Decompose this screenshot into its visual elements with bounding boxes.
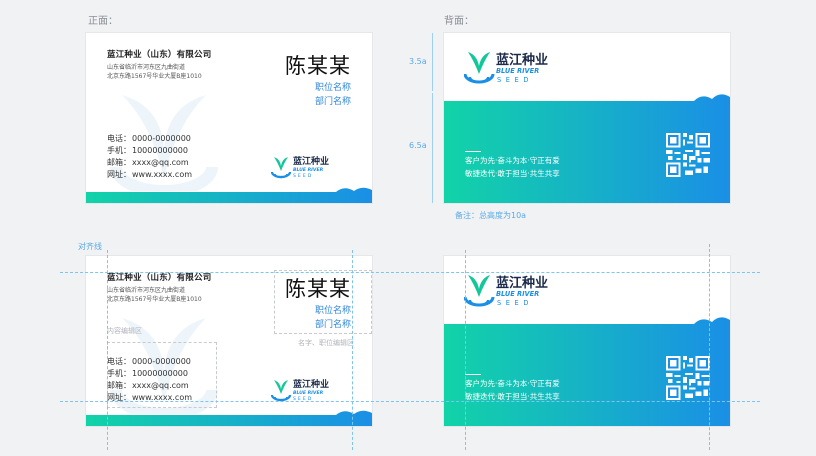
address-line-2: 北京东路1567号华业大厦B座1010 [107,73,202,80]
contact-list: 电话：0000-0000000 手机：10000000000 邮箱：xxxx@q… [107,133,192,181]
align-guide-h1 [60,272,760,273]
slogan-line-1: 客户为先·奋斗为本·守正有爱 [465,156,560,165]
brand-logo-large-icon: 蓝江种业 BLUE RIVER SEED [464,52,548,84]
brand-logo-large-icon: 蓝江种业 BLUE RIVER SEED [464,275,548,307]
position-title: 职位名称 [314,306,351,316]
department-name: 部门名称 [314,97,351,107]
dim-label-3-5a: 3.5a [409,57,427,66]
person-name: 陈某某 [285,54,351,78]
front-card: 蓝江种业（山东）有限公司 山东省临沂市河东区九曲街道 北京东路1567号华业大厦… [86,33,372,203]
contact-website: 网址：www.xxxx.com [107,170,193,179]
slogan-line-1: 客户为先·奋斗为本·守正有爱 [465,379,560,388]
canvas: 正面： 背面： 蓝江种业（山东）有限公司 山东省临沂市河东区九曲街道 北京东路1… [0,0,816,456]
back-label: 背面： [444,16,474,27]
svg-text:SEED: SEED [497,299,533,307]
height-note: 备注：总高度为10a [455,211,527,220]
person-name: 陈某某 [285,277,351,301]
svg-text:BLUE RIVER: BLUE RIVER [496,290,539,298]
contact-mobile: 手机：10000000000 [107,369,188,378]
align-guide-v4 [709,244,710,450]
bottom-gradient-bar [86,410,372,426]
qr-code-icon [666,133,710,177]
svg-text:SEED: SEED [497,76,533,84]
company-name: 蓝江种业（山东）有限公司 [107,50,212,60]
svg-text:BLUE RIVER: BLUE RIVER [293,167,324,173]
svg-text:SEED: SEED [293,173,313,179]
department-name: 部门名称 [314,320,351,330]
contact-email: 邮箱：xxxx@qq.com [107,381,189,390]
brand-logo-icon: 蓝江种业 BLUE RIVER SEED [270,378,329,402]
front-label: 正面： [88,16,118,27]
address-line-2: 北京东路1567号华业大厦B座1010 [107,296,202,303]
brand-logo-icon: 蓝江种业 BLUE RIVER SEED [270,155,329,179]
name-zone-label: 名字、职位编辑区 [298,339,354,347]
svg-text:蓝江种业: 蓝江种业 [293,378,329,390]
slogan-divider [465,151,481,152]
contact-email: 邮箱：xxxx@qq.com [107,158,189,167]
address-line-1: 山东省临沂市河东区九曲街道 [107,64,186,71]
contact-mobile: 手机：10000000000 [107,146,188,155]
svg-text:蓝江种业: 蓝江种业 [293,155,329,167]
address-line-1: 山东省临沂市河东区九曲街道 [107,287,186,294]
align-guide-v3 [465,250,466,450]
svg-text:蓝江种业: 蓝江种业 [496,275,548,291]
dim-line-bottom [432,93,433,203]
contact-phone: 电话：0000-0000000 [107,134,191,143]
slogan-line-2: 敏捷迭代·敢于担当·共生共享 [465,169,560,178]
svg-text:BLUE RIVER: BLUE RIVER [293,390,324,396]
dim-line-top [432,33,433,91]
contact-website: 网址：www.xxxx.com [107,393,193,402]
svg-text:BLUE RIVER: BLUE RIVER [496,67,539,75]
slogan-divider [465,374,481,375]
align-guide-v2 [352,250,353,450]
align-guide-v1 [107,250,108,450]
bottom-gradient-bar [86,187,372,203]
dim-label-6-5a: 6.5a [409,141,427,150]
qr-code-icon [666,356,710,400]
content-zone-label: 内容编辑区 [107,327,142,335]
align-line-label: 对齐线 [78,242,102,251]
contact-phone: 电话：0000-0000000 [107,357,191,366]
back-card: 蓝江种业 BLUE RIVER SEED 客户为先·奋斗为本·守正有爱 敏捷迭代… [444,33,730,203]
position-title: 职位名称 [314,83,351,93]
align-guide-h2 [60,401,760,402]
contact-list: 电话：0000-0000000 手机：10000000000 邮箱：xxxx@q… [107,356,192,404]
svg-text:蓝江种业: 蓝江种业 [496,52,548,68]
